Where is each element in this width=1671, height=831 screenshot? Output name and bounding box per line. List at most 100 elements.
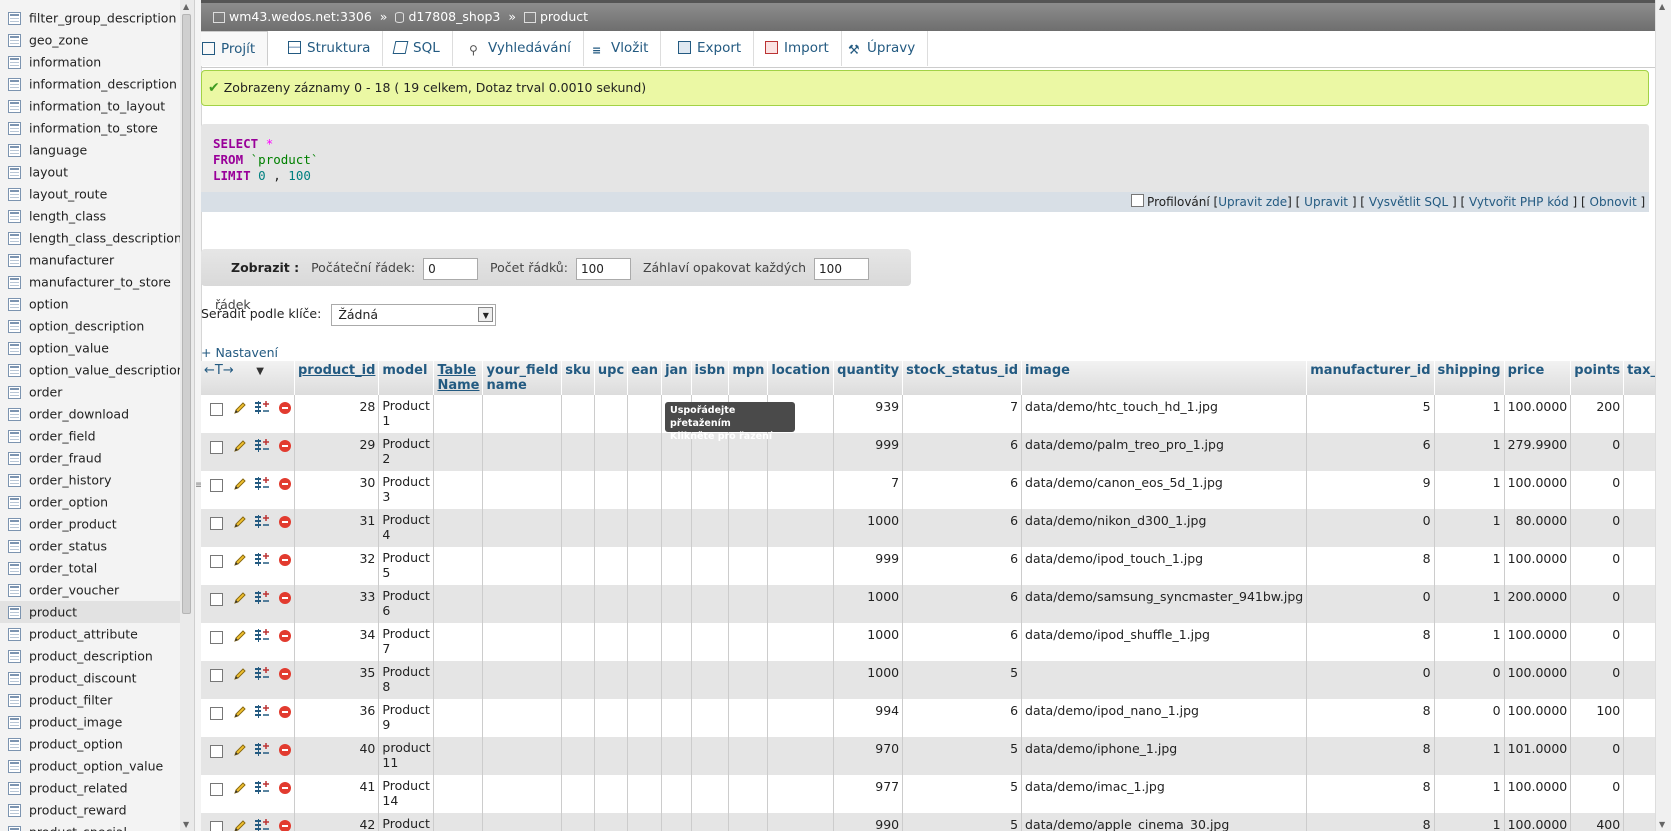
sidebar-item-label[interactable]: product_related <box>29 781 128 796</box>
cell-table-name[interactable] <box>433 737 484 775</box>
cell-your-field-name[interactable] <box>482 547 563 585</box>
copy-row-icon[interactable] <box>254 629 270 643</box>
row-checkbox[interactable] <box>210 403 223 416</box>
row-checkbox[interactable] <box>210 479 223 492</box>
sidebar-item-product_related[interactable]: product_related <box>0 777 180 799</box>
sidebar-item-label[interactable]: filter_group_description <box>29 11 176 26</box>
cell-jan[interactable] <box>661 737 692 775</box>
cell-mpn[interactable] <box>728 737 769 775</box>
cell-model[interactable]: Product 1 <box>378 395 435 433</box>
column-header-price[interactable]: price <box>1504 361 1572 395</box>
cell-location[interactable] <box>767 737 835 775</box>
sidebar-item-label[interactable]: order_download <box>29 407 129 422</box>
row-checkbox[interactable] <box>210 783 223 796</box>
sql-limit-keyword[interactable]: LIMIT <box>213 168 251 183</box>
cell-jan[interactable] <box>661 699 692 737</box>
table-icon[interactable] <box>8 34 21 47</box>
cell-isbn[interactable] <box>691 699 730 737</box>
sidebar-item-geo_zone[interactable]: geo_zone <box>0 29 180 51</box>
cell-quantity[interactable]: 939 <box>833 395 904 433</box>
edit-pencil-icon[interactable] <box>233 553 247 567</box>
copy-row-icon[interactable] <box>254 439 270 453</box>
sidebar-item-product_description[interactable]: product_description <box>0 645 180 667</box>
chevron-down-icon[interactable]: ▼ <box>256 366 264 377</box>
cell-model[interactable]: Product 2 <box>378 433 435 471</box>
table-row[interactable]: 31 Product 4 1000 6 data/demo/nikon_d300_1.j… <box>201 509 1656 547</box>
sidebar-item-order_voucher[interactable]: order_voucher <box>0 579 180 601</box>
cell-ean[interactable] <box>627 433 663 471</box>
cell-your-field-name[interactable] <box>482 775 563 813</box>
cell-shipping[interactable]: 1 <box>1434 547 1505 585</box>
cell-quantity[interactable]: 1000 <box>833 585 904 623</box>
cell-shipping[interactable]: 1 <box>1434 585 1505 623</box>
column-arrows-icon[interactable]: ←T→ <box>204 363 234 378</box>
cell-product-id[interactable]: 34 <box>294 623 380 661</box>
cell-your-field-name[interactable] <box>482 433 563 471</box>
cell-tax-class-id[interactable]: 9 <box>1623 661 1656 699</box>
cell-isbn[interactable] <box>691 623 730 661</box>
page-scrollbar[interactable]: ▲ ▼ <box>1655 0 1671 831</box>
cell-sku[interactable] <box>561 623 595 661</box>
table-icon[interactable] <box>8 672 21 685</box>
delete-row-icon[interactable] <box>279 706 291 718</box>
cell-points[interactable]: 0 <box>1570 623 1625 661</box>
sidebar-item-label[interactable]: length_class <box>29 209 106 224</box>
sidebar-item-label[interactable]: product <box>29 605 77 620</box>
sidebar-item-label[interactable]: product_attribute <box>29 627 138 642</box>
cell-product-id[interactable]: 28 <box>294 395 380 433</box>
cell-manufacturer-id[interactable]: 8 <box>1306 813 1435 831</box>
cell-isbn[interactable] <box>691 509 730 547</box>
table-icon[interactable] <box>8 452 21 465</box>
copy-row-icon[interactable] <box>254 667 270 681</box>
cell-tax-class-id[interactable]: 9 <box>1623 509 1656 547</box>
cell-quantity[interactable]: 999 <box>833 547 904 585</box>
cell-stock-status-id[interactable]: 6 <box>902 623 1023 661</box>
cell-jan[interactable] <box>661 623 692 661</box>
cell-image[interactable]: data/demo/ipod_touch_1.jpg <box>1021 547 1308 585</box>
cell-location[interactable] <box>767 775 835 813</box>
cell-product-id[interactable]: 36 <box>294 699 380 737</box>
row-checkbox[interactable] <box>210 669 223 682</box>
cell-stock-status-id[interactable]: 5 <box>902 737 1023 775</box>
table-icon[interactable] <box>8 804 21 817</box>
table-row[interactable]: 34 Product 7 1000 6 data/demo/ipod_shuffle_1… <box>201 623 1656 661</box>
cell-location[interactable] <box>767 547 835 585</box>
delete-row-icon[interactable] <box>279 820 291 831</box>
cell-tax-class-id[interactable]: 9 <box>1623 395 1656 433</box>
settings-link[interactable]: + Nastavení <box>201 345 278 360</box>
tab-sql[interactable]: SQL <box>382 31 453 66</box>
sidebar-item-label[interactable]: order_option <box>29 495 108 510</box>
sidebar-item-information_description[interactable]: information_description <box>0 73 180 95</box>
sidebar-item-label[interactable]: product_option <box>29 737 123 752</box>
table-icon[interactable] <box>8 408 21 421</box>
cell-points[interactable]: 200 <box>1570 395 1625 433</box>
sidebar-item-label[interactable]: product_filter <box>29 693 112 708</box>
scroll-down-icon[interactable]: ▼ <box>1659 820 1665 829</box>
table-icon[interactable] <box>8 562 21 575</box>
cell-upc[interactable] <box>594 395 629 433</box>
edit-link[interactable]: Upravit <box>1304 195 1348 209</box>
table-row[interactable]: 30 Product 3 7 6 data/demo/canon_eos_5d_1.jp… <box>201 471 1656 509</box>
sql-select-keyword[interactable]: SELECT <box>213 136 258 151</box>
sidebar-item-order_product[interactable]: order_product <box>0 513 180 535</box>
cell-ean[interactable] <box>627 661 663 699</box>
cell-ean[interactable] <box>627 813 663 831</box>
cell-your-field-name[interactable] <box>482 699 563 737</box>
cell-quantity[interactable]: 970 <box>833 737 904 775</box>
sidebar-item-label[interactable]: manufacturer <box>29 253 114 268</box>
table-icon[interactable] <box>8 584 21 597</box>
sidebar-item-label[interactable]: order_total <box>29 561 97 576</box>
cell-isbn[interactable] <box>691 737 730 775</box>
column-header-manufacturer_id[interactable]: manufacturer_id <box>1306 361 1435 395</box>
table-icon[interactable] <box>8 650 21 663</box>
cell-your-field-name[interactable] <box>482 661 563 699</box>
table-icon[interactable] <box>8 518 21 531</box>
sidebar-item-label[interactable]: option <box>29 297 69 312</box>
cell-sku[interactable] <box>561 813 595 831</box>
sort-by-key-select[interactable]: Žádná ▼ <box>331 303 497 326</box>
cell-your-field-name[interactable] <box>482 471 563 509</box>
cell-price[interactable]: 100.0000 <box>1504 471 1572 509</box>
cell-location[interactable] <box>767 471 835 509</box>
table-icon[interactable] <box>8 166 21 179</box>
cell-mpn[interactable] <box>728 547 769 585</box>
